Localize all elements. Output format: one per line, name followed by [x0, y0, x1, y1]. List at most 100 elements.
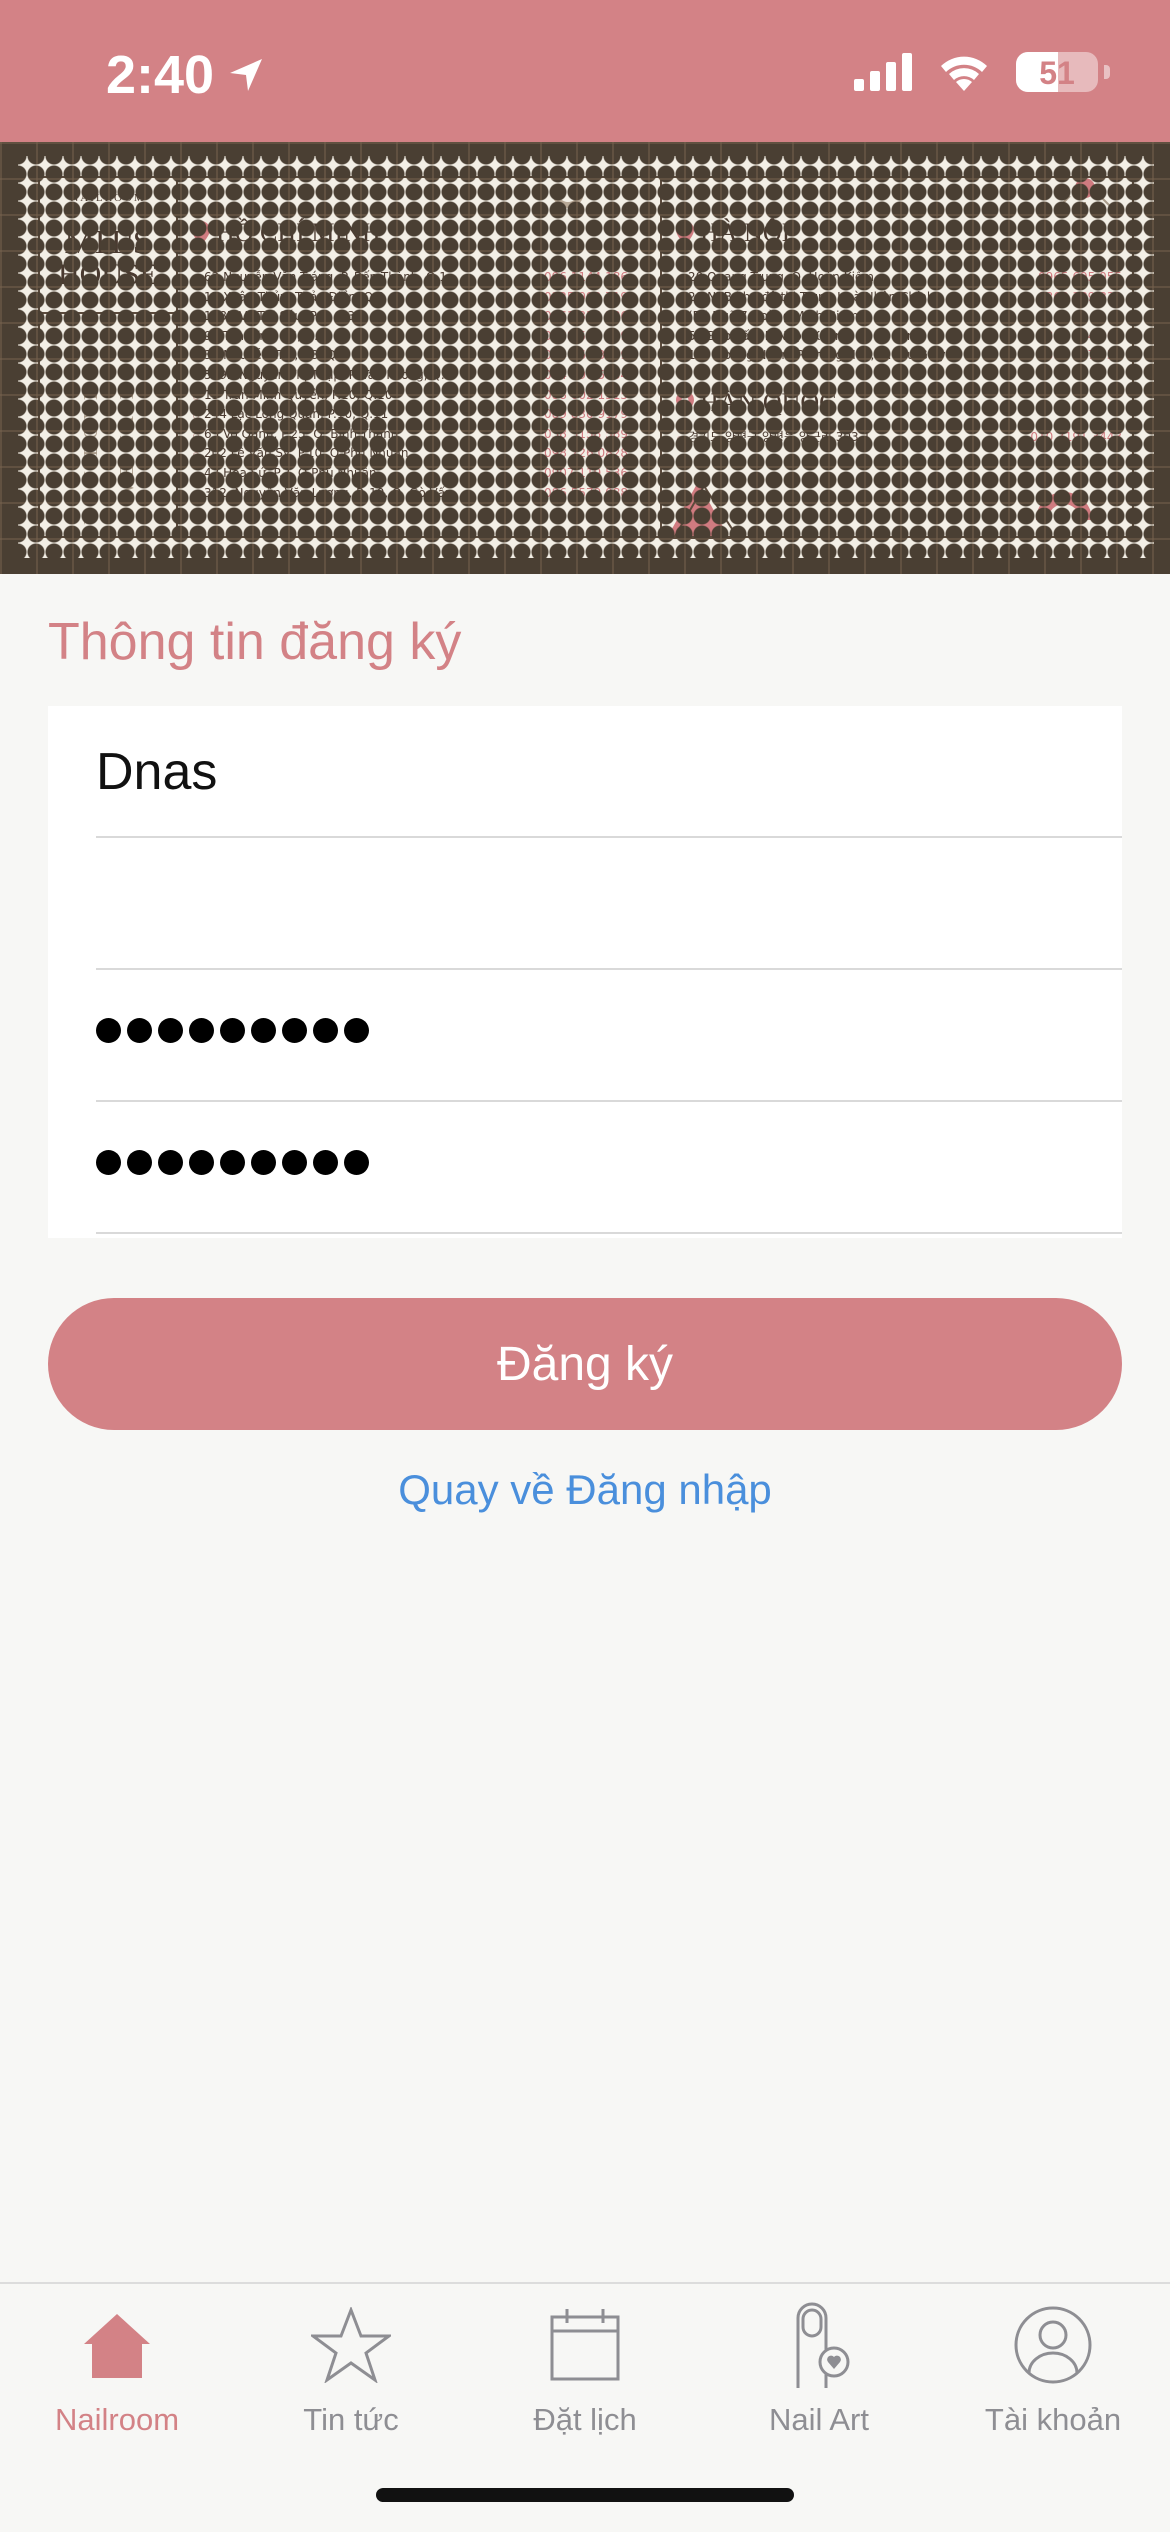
address-text: 15 Trần Minh Quyền, P.10, Q.10	[192, 386, 392, 406]
form-title: Thông tin đăng ký	[48, 613, 462, 671]
phone-text: 034 862 3959	[544, 348, 628, 363]
mask-dot	[313, 1018, 338, 1043]
tab-label-news: Tin tức	[303, 2402, 399, 2437]
phone-text: 088 602 1515	[544, 387, 628, 402]
address-row: 20 Quang Trung, Q. Hoàn Kiếm 0965 695 055	[676, 268, 1122, 288]
battery-icon: 51	[1016, 52, 1098, 92]
mask-dot	[127, 1150, 152, 1175]
phone-text: 098 726 0828	[544, 446, 628, 461]
address-row: 99 Tân Vĩnh, P6, Q.4 0888 505 399	[192, 327, 628, 347]
address-row: 15 Trần Minh Quyền, P.10, Q.10 088 602 15…	[192, 386, 628, 406]
address-row: 17 Xuân Thủy, Thảo Điền, Q.2 0325 999 719	[192, 288, 628, 308]
address-text: 244 Lạc Long Quân, P.10, Q.11	[192, 405, 388, 425]
battery-percent: 51	[1039, 55, 1075, 91]
address-row: 56 Đào Tấn, P. Ngọc Khánh, Q. Ba Đình 086…	[676, 327, 1122, 347]
tab-label-nailroom: Nailroom	[54, 2402, 180, 2437]
tab-booking[interactable]: Đặt lịch	[468, 2302, 702, 2452]
mask-dot	[313, 1150, 338, 1175]
mask-dot	[189, 1150, 214, 1175]
tab-nailroom[interactable]: Nailroom	[0, 2302, 234, 2452]
mask-dot	[251, 1018, 276, 1043]
store-locations-banner: NAILROOM MIT'S HOUSE YOU LOVE IT WE NAIL…	[0, 142, 1170, 574]
registration-form: Dnas	[48, 706, 1122, 1238]
address-text: 경기도 양평군 양평읍 양근리 303-1	[676, 428, 871, 448]
cellular-signal-icon	[854, 53, 912, 91]
region-title-hcm: HỒ CHÍ MINH	[216, 218, 381, 247]
phone-text: 096 1144 186	[544, 270, 628, 284]
region-kr: HÀN QUỐC 경기도 양평군 양평읍 양근리 303-1 010 7191 3…	[676, 388, 1122, 448]
logo-line2: HOUSE	[57, 258, 158, 291]
address-text: 29 N7B khu đô thị Trung Hoà Nhân Chính	[676, 288, 935, 308]
map-pin-icon	[676, 391, 694, 415]
address-row: 42 Hoa Sứ, P.2, Q Phú Nhuận 0907 119 536	[192, 464, 628, 484]
address-text: 62 Nguyễn Văn Tráng, P. Bến Thành, Q.1	[192, 268, 447, 288]
name-field[interactable]: Dnas	[96, 706, 1122, 838]
phone-text: 0325 999 719	[544, 289, 628, 304]
confirm-password-field[interactable]	[96, 1102, 1122, 1234]
address-row: 경기도 양평군 양평읍 양근리 303-1 010 7191 3443	[676, 428, 1122, 448]
phone-text: 089 830 9179	[544, 407, 628, 422]
phone-text: 034 596 5834	[544, 367, 628, 382]
mask-dot	[220, 1018, 245, 1043]
mask-dot	[158, 1018, 183, 1043]
address-text: 99 Tân Vĩnh, P6, Q.4	[192, 327, 326, 347]
mask-dot	[96, 1018, 121, 1043]
address-row: 539B Nguyễn Thị Thập, P. Tân Phong, Q.7 0…	[192, 366, 628, 386]
calendar-icon	[550, 2309, 620, 2381]
back-to-login-label: Quay về Đăng nhập	[398, 1466, 772, 1513]
mask-dot	[158, 1150, 183, 1175]
back-to-login-link[interactable]: Quay về Đăng nhập	[0, 1466, 1170, 1514]
location-arrow-icon	[230, 59, 263, 91]
tab-account[interactable]: Tài khoản	[936, 2302, 1170, 2452]
map-pin-icon	[676, 221, 694, 245]
mask-dot	[282, 1150, 307, 1175]
phone-text: 010 7191 3443	[1030, 430, 1122, 444]
tab-nail-art[interactable]: Nail Art	[702, 2302, 936, 2452]
nail-art-icon	[796, 2302, 850, 2388]
phone-text: 0907 119 536	[544, 465, 628, 480]
phone-text: 086 5579 088	[544, 485, 628, 500]
mask-dot	[220, 1150, 245, 1175]
account-icon	[1014, 2306, 1092, 2384]
second-field[interactable]	[96, 838, 1122, 970]
kr-address-list: 경기도 양평군 양평읍 양근리 303-1 010 7191 3443	[676, 428, 1122, 448]
decorative-triangle-icon	[668, 482, 740, 539]
home-indicator[interactable]	[376, 2488, 794, 2502]
password-field[interactable]	[96, 970, 1122, 1102]
address-text: 20 Quang Trung, Q. Hoàn Kiếm	[676, 268, 874, 288]
tab-label-nail-art: Nail Art	[769, 2402, 869, 2437]
address-text: 539B Nguyễn Thị Thập, P. Tân Phong, Q.7	[192, 366, 452, 386]
region-hn: HÀ NỘI 20 Quang Trung, Q. Hoàn Kiếm 0965 …	[676, 218, 1122, 366]
address-text: 312, Nguyễn Văn Lượng, P. 10, Q. Gò Vấp	[192, 484, 453, 504]
region-hcm: HỒ CHÍ MINH 62 Nguyễn Văn Tráng, P. Bến …	[192, 218, 628, 503]
address-row: 149 Hoàng Ngân, P. Trung Hòa, Q.Cầu Giấy…	[676, 346, 1122, 366]
address-text: 56 Đào Tấn, P. Ngọc Khánh, Q. Ba Đình	[676, 327, 922, 347]
address-row: 62 Nguyễn Văn Tráng, P. Bến Thành, Q.1 09…	[192, 268, 628, 288]
decorative-crescent-icon	[552, 192, 584, 208]
address-text: 30 Nguyễn Trãi, P.3, Q.5	[192, 346, 347, 366]
mask-dot	[344, 1018, 369, 1043]
home-icon	[84, 2314, 150, 2378]
phone-text: 0395 937 538	[1038, 348, 1122, 363]
brand-logo: NAILROOM MIT'S HOUSE YOU LOVE IT WE NAIL…	[40, 178, 178, 536]
wifi-icon	[941, 56, 987, 91]
register-button[interactable]: Đăng ký	[48, 1298, 1122, 1430]
logo-line1: MIT'S	[64, 224, 152, 261]
banner-stamp: NAILROOM MIT'S HOUSE YOU LOVE IT WE NAIL…	[18, 156, 1154, 558]
tab-news[interactable]: Tin tức	[234, 2302, 468, 2452]
phone-text: 038 5158 589	[544, 426, 628, 441]
address-row: 312, Nguyễn Văn Lượng, P. 10, Q. Gò Vấp 0…	[192, 484, 628, 504]
name-field-value: Dnas	[96, 743, 218, 801]
address-row: 30 Nguyễn Trãi, P.3, Q.5 034 862 3959	[192, 346, 628, 366]
phone-text: 0961 354 286	[544, 309, 628, 324]
map-pin-icon	[192, 221, 210, 245]
mask-dot	[189, 1018, 214, 1043]
confirm-password-mask	[96, 1150, 369, 1175]
address-row: (Rẽ Ngõ 7 Hoàng Minh Giám)	[676, 307, 1122, 327]
phone-text: 0888 505 399	[544, 328, 628, 343]
address-row: 202 Lê Văn Sỹ, P.10, Q Phú Nhuận 098 726 …	[192, 444, 628, 464]
clock-text: 2:40	[106, 45, 215, 105]
register-button-label: Đăng ký	[496, 1337, 674, 1391]
address-text: 149 Hoàng Ngân, P. Trung Hòa, Q.Cầu Giấy	[676, 346, 946, 366]
decorative-sun-icon	[1059, 178, 1111, 214]
